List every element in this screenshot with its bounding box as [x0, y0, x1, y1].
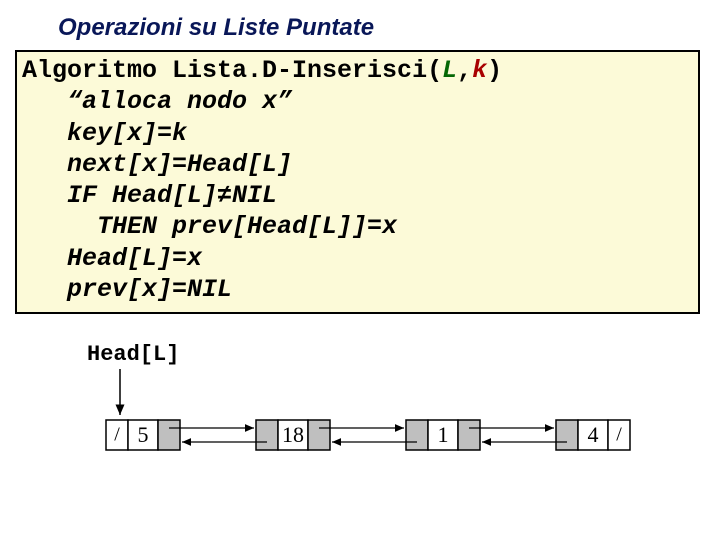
algorithm-code: Algoritmo Lista.D-Inserisci(L,k) “alloca… — [22, 55, 502, 305]
code-l1-close: ) — [487, 56, 502, 85]
code-l1-comma: , — [457, 56, 472, 85]
list-node-3: 1 — [406, 420, 480, 450]
list-node-2: 18 — [256, 420, 330, 450]
code-l1-pre: Algoritmo Lista.D-Inserisci( — [22, 56, 442, 85]
code-l6: THEN prev[Head[L]]=x — [22, 212, 397, 241]
code-l1-L: L — [442, 56, 457, 85]
code-l4: next[x]=Head[L] — [22, 150, 292, 179]
list-node-4: 4 / — [556, 420, 630, 450]
node1-prev-nil: / — [114, 424, 120, 446]
head-label: Head[L] — [87, 342, 179, 367]
node2-value: 18 — [282, 422, 304, 447]
node1-value: 5 — [138, 422, 149, 447]
code-l7: Head[L]=x — [22, 244, 202, 273]
node4-value: 4 — [588, 422, 599, 447]
code-l1-k: k — [472, 56, 487, 85]
list-node-1: / 5 — [106, 420, 180, 450]
code-l3: key[x]=k — [22, 119, 187, 148]
code-l2: “alloca nodo x” — [22, 87, 292, 116]
node3-value: 1 — [438, 422, 449, 447]
code-l5: IF Head[L]≠NIL — [22, 181, 277, 210]
slide-title: Operazioni su Liste Puntate — [58, 14, 374, 42]
node4-next-nil: / — [616, 424, 622, 446]
code-l8: prev[x]=NIL — [22, 275, 232, 304]
